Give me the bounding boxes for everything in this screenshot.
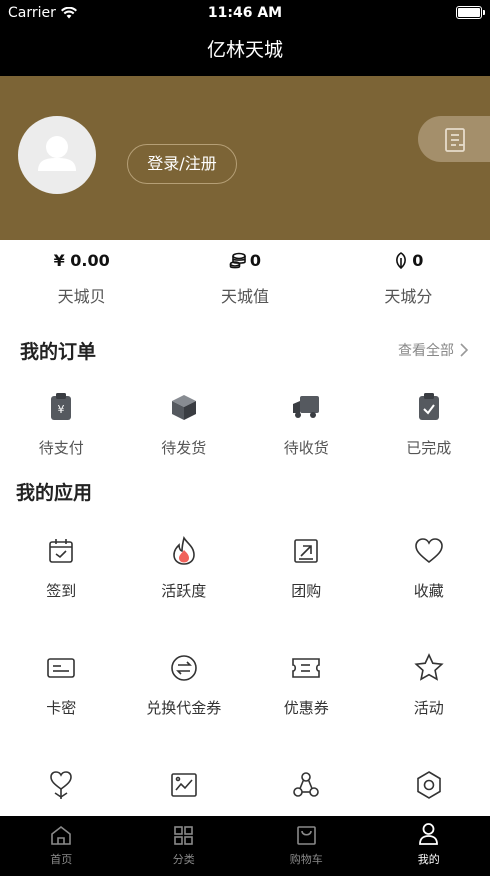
image-chart-icon — [170, 773, 197, 797]
tab-cart[interactable]: 购物车 — [245, 816, 368, 876]
stat-shell[interactable]: ¥ 0.00 天城贝 — [0, 240, 163, 314]
app-card-code-label: 卡密 — [46, 699, 77, 717]
clock: 11:46 AM — [207, 5, 283, 21]
square-arrow-icon — [294, 539, 319, 563]
coins-stack-icon — [229, 252, 246, 268]
nav-bar: 亿林天城 — [0, 26, 490, 76]
app-card-code[interactable]: 卡密 — [0, 651, 123, 768]
share-network-icon — [293, 772, 320, 797]
apps-row: 卡密 兑换代金券 优惠券 活动 — [0, 651, 490, 768]
order-pending-shipment-label: 待发货 — [161, 439, 207, 457]
apps-title: 我的应用 — [16, 482, 93, 504]
avatar[interactable] — [18, 116, 96, 194]
stat-shell-value: ¥ 0.00 — [53, 250, 110, 270]
order-status-row: ¥ 待支付 待发货 待收货 已完成 — [0, 390, 490, 458]
heart-hand-icon — [50, 771, 73, 799]
stat-points-value[interactable]: 0 天城值 — [163, 240, 326, 314]
view-all-label: 查看全部 — [398, 343, 454, 359]
app-favorites-label: 收藏 — [413, 582, 444, 600]
order-completed-label: 已完成 — [406, 439, 452, 457]
document-icon — [445, 128, 465, 152]
tab-me[interactable]: 我的 — [368, 816, 490, 876]
stat-shell-label: 天城贝 — [57, 287, 106, 306]
app-events[interactable]: 活动 — [368, 651, 490, 768]
heart-icon — [414, 538, 443, 564]
tab-bar: 首页 分类 购物车 我的 — [0, 816, 490, 876]
settings-hexagon-icon — [416, 771, 441, 799]
apps-row: 签到 活跃度 团购 收藏 — [0, 534, 490, 651]
exchange-icon — [170, 655, 197, 681]
tab-cart-label: 购物车 — [289, 853, 323, 866]
leaf-icon — [396, 251, 407, 269]
order-pending-shipment[interactable]: 待发货 — [123, 390, 246, 458]
view-all-orders-link[interactable]: 查看全部 — [398, 340, 468, 360]
app-checkin[interactable]: 签到 — [0, 534, 123, 651]
stat-points-label: 天城值 — [220, 287, 269, 306]
order-pending-receipt-label: 待收货 — [283, 439, 329, 457]
stat-points-number: 0 — [249, 250, 262, 270]
order-pending-receipt[interactable]: 待收货 — [245, 390, 368, 458]
stat-score[interactable]: 0 天城分 — [327, 240, 490, 314]
chevron-right-icon — [460, 343, 468, 357]
order-pending-payment-label: 待支付 — [38, 439, 84, 457]
calendar-check-icon — [49, 539, 74, 563]
tab-me-label: 我的 — [417, 853, 440, 866]
order-completed[interactable]: 已完成 — [368, 390, 490, 458]
person-icon — [419, 823, 439, 845]
user-placeholder-icon — [38, 136, 76, 171]
wallet-stats: ¥ 0.00 天城贝 0 天城值 0 天城分 — [0, 240, 490, 314]
app-redeem-voucher-label: 兑换代金券 — [146, 699, 222, 717]
login-register-button[interactable]: 登录/注册 — [127, 144, 237, 184]
stat-score-value: 0 — [412, 250, 424, 270]
app-coupons[interactable]: 优惠券 — [245, 651, 368, 768]
cart-icon — [296, 826, 316, 845]
svg-text:¥: ¥ — [58, 403, 65, 416]
ticket-icon — [292, 658, 321, 678]
order-pending-payment[interactable]: ¥ 待支付 — [0, 390, 123, 458]
tab-home[interactable]: 首页 — [0, 816, 123, 876]
battery-icon — [456, 6, 485, 19]
app-favorites[interactable]: 收藏 — [368, 534, 490, 651]
package-box-icon — [171, 395, 196, 420]
clipboard-check-icon — [418, 393, 439, 420]
profile-banner: 登录/注册 — [0, 76, 490, 240]
app-checkin-label: 签到 — [46, 582, 77, 600]
status-bar: Carrier 11:46 AM — [0, 0, 490, 26]
tab-home-label: 首页 — [50, 853, 73, 866]
app-coupons-label: 优惠券 — [283, 699, 329, 717]
card-icon — [47, 658, 76, 678]
flame-icon — [172, 536, 195, 565]
message-button[interactable] — [418, 116, 490, 162]
app-activity-label: 活跃度 — [161, 582, 207, 600]
wallet-yen-icon: ¥ — [51, 393, 72, 420]
app-group-buy[interactable]: 团购 — [245, 534, 368, 651]
page-title: 亿林天城 — [206, 39, 283, 61]
tab-category-label: 分类 — [172, 853, 195, 866]
stat-score-label: 天城分 — [384, 287, 433, 306]
app-redeem-voucher[interactable]: 兑换代金券 — [123, 651, 246, 768]
app-group-buy-label: 团购 — [291, 582, 322, 600]
tab-category[interactable]: 分类 — [123, 816, 246, 876]
app-activity[interactable]: 活跃度 — [123, 534, 246, 651]
home-icon — [51, 825, 72, 845]
star-icon — [414, 653, 444, 681]
app-events-label: 活动 — [413, 699, 444, 717]
delivery-truck-icon — [293, 396, 320, 418]
orders-title: 我的订单 — [20, 341, 97, 363]
grid-icon — [174, 826, 194, 845]
